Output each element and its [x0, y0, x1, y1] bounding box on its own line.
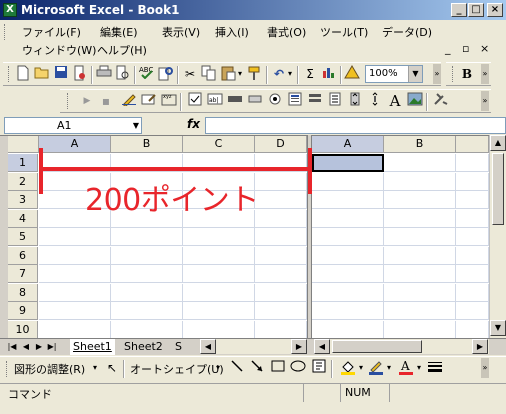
horizontal-scroll-thumb[interactable]	[332, 340, 422, 353]
sheet-tab-sheet2[interactable]: Sheet2	[121, 339, 166, 355]
drawing-toolbar-chevron[interactable]: »	[481, 358, 489, 378]
font-color-icon[interactable]: A	[397, 359, 415, 377]
excel-window: X Microsoft Excel - Book1 _ □ × ファイル(F) …	[0, 0, 506, 414]
line-style-icon[interactable]	[426, 359, 444, 377]
draw-menu-dropdown-icon[interactable]: ▾	[90, 359, 100, 377]
text-box-icon[interactable]	[310, 359, 328, 377]
svg-text:A: A	[400, 359, 410, 373]
annotation-label: 200ポイント	[85, 183, 259, 218]
status-pane-divider	[389, 384, 390, 402]
toolbar-separator	[331, 360, 333, 378]
last-sheet-icon[interactable]: ▶|	[46, 340, 58, 354]
status-pane-divider	[303, 384, 304, 402]
draw-menu[interactable]: 図形の調整(R)	[14, 361, 85, 377]
sheet-tab-sheet1[interactable]: Sheet1	[70, 339, 115, 355]
line-icon[interactable]	[228, 359, 246, 377]
select-objects-icon[interactable]: ↖	[103, 359, 121, 377]
rectangle-icon[interactable]	[269, 359, 287, 377]
next-sheet-icon[interactable]: ▶	[33, 340, 45, 354]
oval-icon[interactable]	[289, 359, 307, 377]
autoshapes-menu[interactable]: オートシェイプ(U)	[130, 361, 224, 377]
line-color-icon[interactable]	[367, 359, 385, 377]
status-num-lock: NUM	[345, 386, 371, 399]
arrow-icon[interactable]	[248, 359, 266, 377]
drawing-toolbar-grip[interactable]	[6, 361, 9, 377]
scroll-right-icon[interactable]: ▶	[291, 339, 307, 354]
autoshapes-dropdown-icon[interactable]: ▾	[213, 359, 223, 377]
horizontal-scrollbar-left[interactable]: ◀ ▶	[200, 339, 307, 354]
sheet-tab-sheet3[interactable]: S	[172, 339, 185, 355]
prev-sheet-icon[interactable]: ◀	[20, 340, 32, 354]
horizontal-scrollbar-right[interactable]: ◀ ▶	[314, 339, 489, 354]
fill-color-icon[interactable]	[339, 359, 357, 377]
font-color-dropdown-icon[interactable]: ▾	[414, 359, 424, 377]
status-pane-divider	[340, 384, 341, 402]
status-bar	[0, 383, 506, 403]
scroll-left-pane2-icon[interactable]: ◀	[314, 339, 330, 354]
line-color-dropdown-icon[interactable]: ▾	[384, 359, 394, 377]
scroll-right-pane2-icon[interactable]: ▶	[472, 339, 488, 354]
status-mode: コマンド	[8, 388, 52, 401]
toolbar-separator	[123, 360, 125, 378]
fill-color-dropdown-icon[interactable]: ▾	[356, 359, 366, 377]
first-sheet-icon[interactable]: |◀	[6, 340, 18, 354]
scroll-left-icon[interactable]: ◀	[200, 339, 216, 354]
